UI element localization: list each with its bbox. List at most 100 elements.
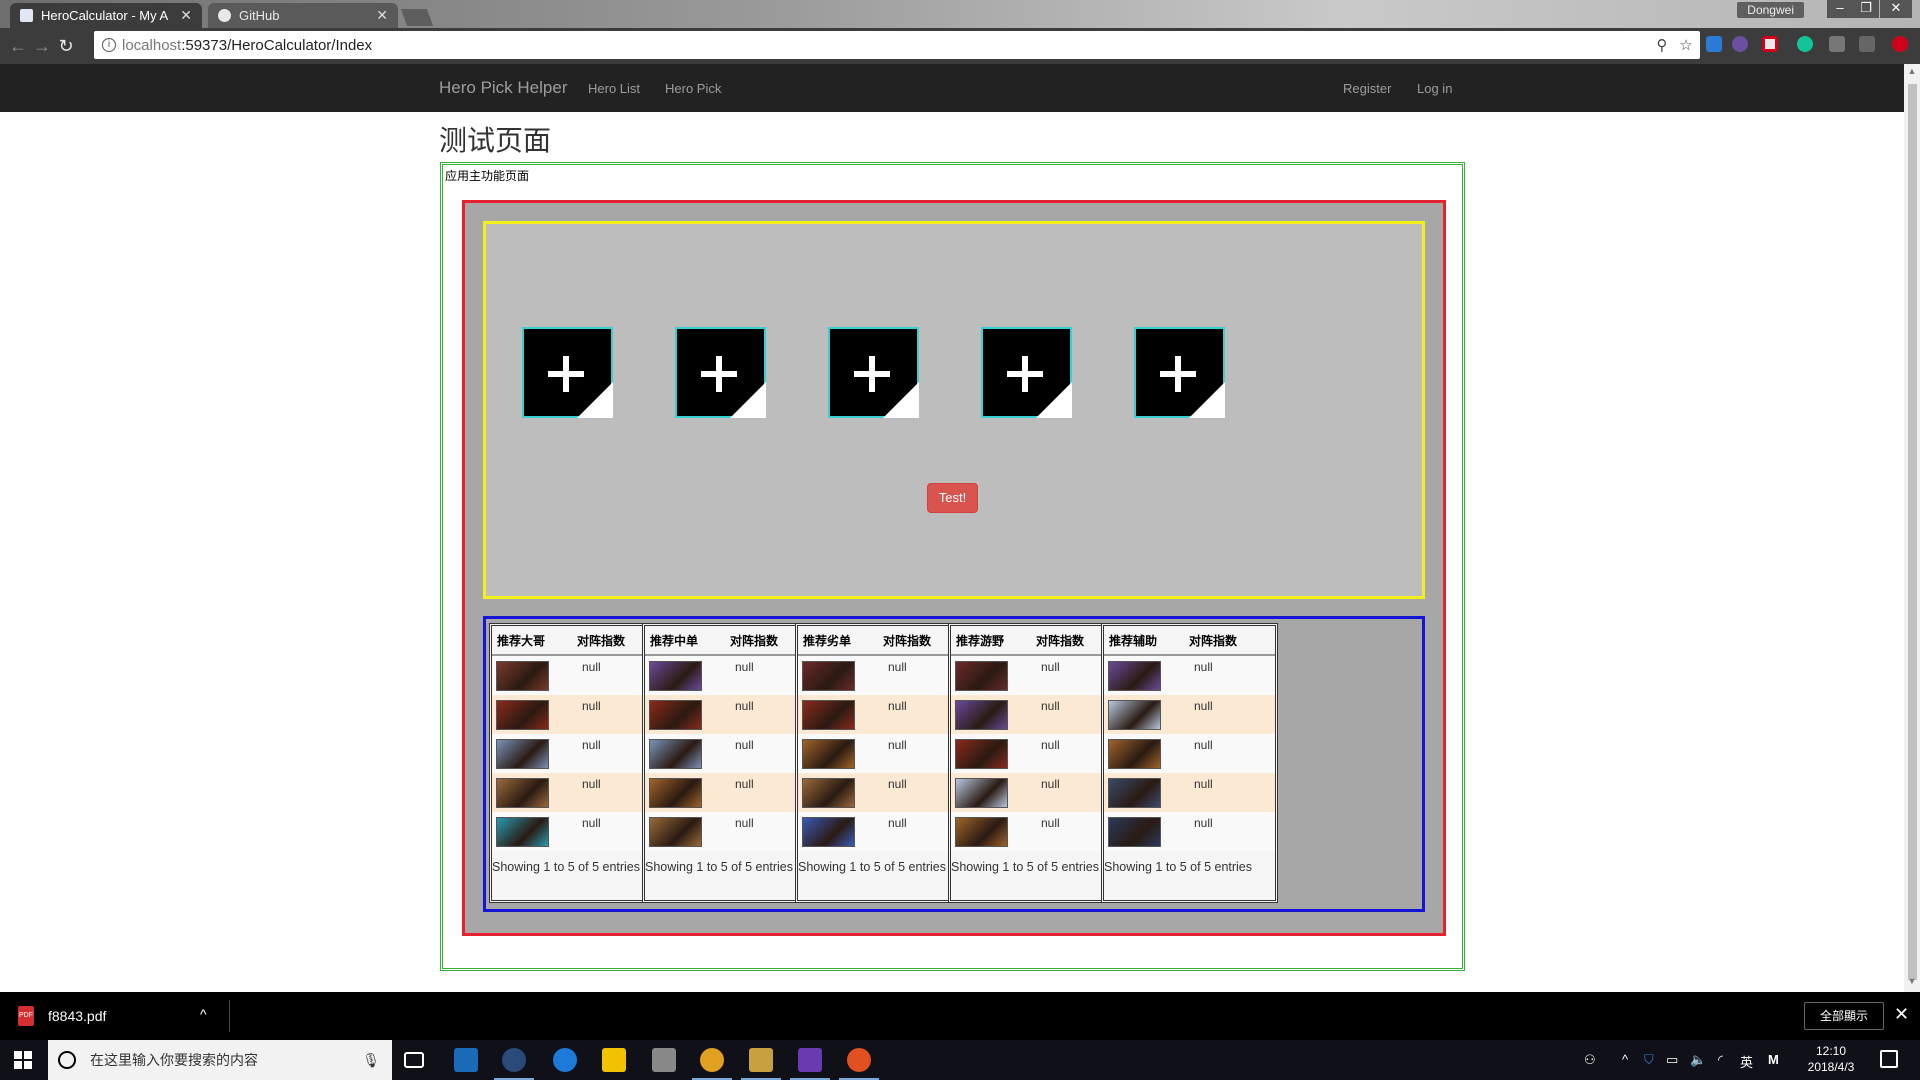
extension-icon[interactable] xyxy=(1859,36,1875,52)
table-row[interactable]: null xyxy=(951,773,1122,812)
tab-herocalculator[interactable]: HeroCalculator - My A ✕ xyxy=(10,3,202,28)
battery-icon[interactable]: ▭ xyxy=(1666,1052,1678,1068)
close-icon[interactable]: ✕ xyxy=(180,7,192,24)
hero-slot-5[interactable] xyxy=(1134,327,1225,418)
new-tab-button[interactable] xyxy=(400,9,434,26)
table-row[interactable]: null xyxy=(1104,812,1275,851)
taskbar-search-placeholder[interactable]: 在这里输入你要搜索的内容 xyxy=(90,1050,362,1070)
table-row[interactable]: null xyxy=(645,695,816,734)
hero-portrait[interactable] xyxy=(649,661,702,691)
nav-link-login[interactable]: Log in xyxy=(1417,81,1452,96)
edge-icon[interactable] xyxy=(553,1048,577,1072)
close-icon[interactable]: ✕ xyxy=(1894,1004,1909,1025)
url-text[interactable]: localhost:59373/HeroCalculator/Index xyxy=(122,37,1652,54)
hero-portrait[interactable] xyxy=(1108,817,1161,847)
hero-portrait[interactable] xyxy=(1108,739,1161,769)
hero-portrait[interactable] xyxy=(496,817,549,847)
hero-slot-4[interactable] xyxy=(981,327,1072,418)
hero-portrait[interactable] xyxy=(496,661,549,691)
page-scrollbar[interactable]: ▲ ▼ xyxy=(1904,64,1920,992)
table-row[interactable]: null xyxy=(645,656,816,695)
table-row[interactable]: null xyxy=(951,812,1122,851)
table-row[interactable]: null xyxy=(492,773,663,812)
hero-slot-3[interactable] xyxy=(828,327,919,418)
column-header-role[interactable]: 推荐大哥 xyxy=(492,632,577,649)
scroll-down-icon[interactable]: ▼ xyxy=(1904,976,1920,990)
window-close-button[interactable]: ✕ xyxy=(1880,0,1912,18)
app-icon[interactable] xyxy=(839,1048,879,1080)
column-header-score[interactable]: 对阵指数 xyxy=(1036,632,1084,649)
hero-portrait[interactable] xyxy=(649,817,702,847)
table-row[interactable]: null xyxy=(951,734,1122,773)
hero-portrait[interactable] xyxy=(496,739,549,769)
hero-portrait[interactable] xyxy=(649,778,702,808)
nav-link-hero-pick[interactable]: Hero Pick xyxy=(665,81,721,96)
column-header-role[interactable]: 推荐中单 xyxy=(645,632,730,649)
address-bar[interactable]: i localhost:59373/HeroCalculator/Index ⚲… xyxy=(94,31,1700,59)
chevron-up-icon[interactable]: ^ xyxy=(200,1006,207,1022)
restore-button[interactable]: ❐ xyxy=(1853,0,1879,18)
task-view-icon[interactable] xyxy=(404,1052,424,1068)
volume-icon[interactable]: 🔈 xyxy=(1690,1052,1706,1068)
hero-portrait[interactable] xyxy=(955,739,1008,769)
brand-link[interactable]: Hero Pick Helper xyxy=(439,78,568,98)
column-header-score[interactable]: 对阵指数 xyxy=(577,632,625,649)
steam-icon[interactable] xyxy=(494,1048,534,1080)
hero-slot-2[interactable] xyxy=(675,327,766,418)
hero-portrait[interactable] xyxy=(496,778,549,808)
forward-arrow-icon[interactable]: → xyxy=(30,34,54,58)
profile-button[interactable]: Dongwei xyxy=(1737,2,1804,18)
app-icon[interactable] xyxy=(454,1048,478,1072)
column-header-score[interactable]: 对阵指数 xyxy=(730,632,778,649)
windows-start-icon[interactable] xyxy=(14,1051,32,1069)
table-row[interactable]: null xyxy=(798,656,969,695)
wifi-icon[interactable]: ◜ xyxy=(1718,1052,1723,1068)
pocket-icon[interactable] xyxy=(1762,36,1778,52)
hero-portrait[interactable] xyxy=(955,700,1008,730)
column-header-score[interactable]: 对阵指数 xyxy=(1189,632,1237,649)
reload-icon[interactable]: ↻ xyxy=(54,34,78,58)
zoom-icon[interactable]: ⚲ xyxy=(1652,36,1672,54)
table-row[interactable]: null xyxy=(492,656,663,695)
hero-portrait[interactable] xyxy=(1108,778,1161,808)
table-row[interactable]: null xyxy=(1104,656,1275,695)
table-row[interactable]: null xyxy=(1104,773,1275,812)
chrome-icon[interactable] xyxy=(692,1048,732,1080)
column-header-score[interactable]: 对阵指数 xyxy=(883,632,931,649)
table-row[interactable]: null xyxy=(645,734,816,773)
hero-portrait[interactable] xyxy=(955,661,1008,691)
hero-portrait[interactable] xyxy=(649,700,702,730)
show-all-downloads-button[interactable]: 全部顯示 xyxy=(1804,1002,1884,1030)
table-row[interactable]: null xyxy=(798,773,969,812)
hero-portrait[interactable] xyxy=(1108,661,1161,691)
back-arrow-icon[interactable]: ← xyxy=(6,34,30,58)
table-row[interactable]: null xyxy=(951,656,1122,695)
tab-github[interactable]: GitHub ✕ xyxy=(208,3,398,28)
security-shield-icon[interactable]: ⛉ xyxy=(1644,1052,1654,1068)
download-file-name[interactable]: f8843.pdf xyxy=(48,1008,106,1024)
action-center-icon[interactable] xyxy=(1880,1050,1898,1068)
table-row[interactable]: null xyxy=(645,812,816,851)
hero-portrait[interactable] xyxy=(955,778,1008,808)
column-header-role[interactable]: 推荐游野 xyxy=(951,632,1036,649)
app-icon[interactable] xyxy=(652,1048,676,1072)
test-button[interactable]: Test! xyxy=(927,483,978,513)
table-row[interactable]: null xyxy=(492,734,663,773)
nav-link-hero-list[interactable]: Hero List xyxy=(588,81,640,96)
hero-portrait[interactable] xyxy=(955,817,1008,847)
extension-icon[interactable] xyxy=(1732,36,1748,52)
app-icon[interactable] xyxy=(741,1048,781,1080)
table-row[interactable]: null xyxy=(798,734,969,773)
people-icon[interactable]: ⚇ xyxy=(1584,1052,1596,1068)
taskbar-search-box[interactable]: 在这里输入你要搜索的内容 🎙 xyxy=(48,1040,392,1080)
ime-indicator[interactable]: 英 xyxy=(1740,1052,1753,1071)
hero-portrait[interactable] xyxy=(802,739,855,769)
close-icon[interactable]: ✕ xyxy=(376,7,388,24)
table-row[interactable]: null xyxy=(1104,695,1275,734)
nav-link-register[interactable]: Register xyxy=(1343,81,1391,96)
visual-studio-icon[interactable] xyxy=(790,1048,830,1080)
hero-portrait[interactable] xyxy=(649,739,702,769)
ime-mode-icon[interactable]: M xyxy=(1768,1052,1779,1067)
chevron-up-icon[interactable]: ^ xyxy=(1622,1052,1628,1067)
column-header-role[interactable]: 推荐劣单 xyxy=(798,632,883,649)
